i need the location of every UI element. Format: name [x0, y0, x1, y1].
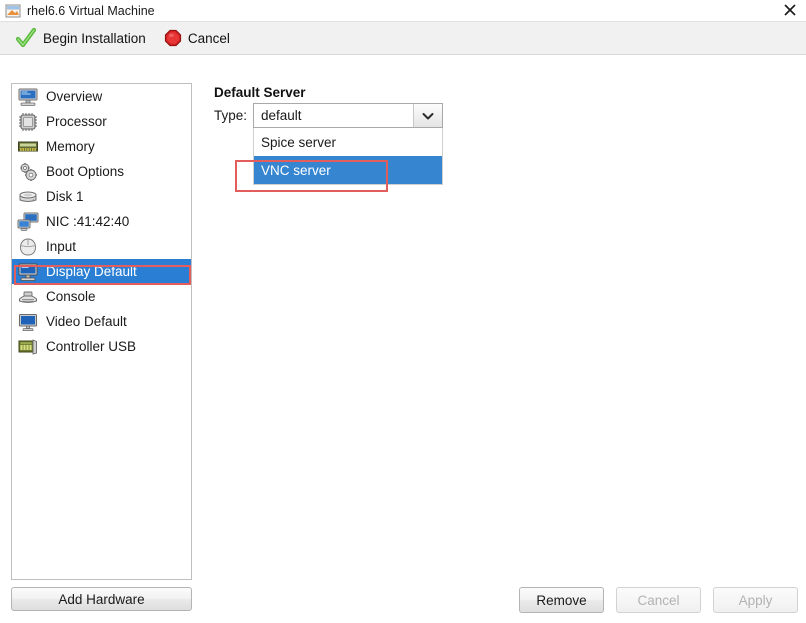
begin-installation-button[interactable]: Begin Installation	[8, 23, 153, 53]
cpu-chip-icon	[17, 111, 39, 133]
sidebar-item-label: Processor	[46, 114, 107, 129]
sidebar-item-label: Display Default	[46, 264, 137, 279]
usb-controller-icon	[17, 336, 39, 358]
sidebar-item-display-default[interactable]: Display Default	[12, 259, 191, 284]
sidebar-item-nic[interactable]: NIC :41:42:40	[12, 209, 191, 234]
sidebar-item-processor[interactable]: Processor	[12, 109, 191, 134]
type-label: Type:	[214, 108, 248, 123]
hard-disk-icon	[17, 186, 39, 208]
server-type-value: default	[254, 104, 413, 127]
cancel-button: Cancel	[616, 587, 701, 613]
vm-window-icon	[5, 3, 21, 19]
sidebar-item-label: Console	[46, 289, 96, 304]
close-icon[interactable]	[781, 1, 799, 19]
sidebar-item-label: Input	[46, 239, 77, 254]
main-toolbar: Begin Installation Cancel	[0, 21, 806, 55]
sidebar-item-label: Boot Options	[46, 164, 125, 179]
option-vnc-server[interactable]: VNC server	[254, 156, 442, 184]
sidebar-item-input[interactable]: Input	[12, 234, 191, 259]
begin-installation-label: Begin Installation	[43, 30, 146, 46]
sidebar-item-video-default[interactable]: Video Default	[12, 309, 191, 334]
gears-icon	[17, 161, 39, 183]
chevron-down-icon[interactable]	[413, 104, 442, 127]
sidebar-item-label: NIC :41:42:40	[46, 214, 130, 229]
window-title: rhel6.6 Virtual Machine	[27, 3, 155, 18]
remove-button[interactable]: Remove	[519, 587, 604, 613]
console-icon	[17, 286, 39, 308]
display-icon	[17, 261, 39, 283]
content-area: Overview Processor Memory Boot Options D…	[0, 57, 806, 623]
network-card-icon	[17, 211, 39, 233]
video-monitor-icon	[17, 311, 39, 333]
sidebar-item-label: Overview	[46, 89, 103, 104]
sidebar-item-label: Video Default	[46, 314, 127, 329]
sidebar-item-memory[interactable]: Memory	[12, 134, 191, 159]
sidebar-item-overview[interactable]: Overview	[12, 84, 191, 109]
mouse-icon	[17, 236, 39, 258]
monitor-icon	[17, 86, 39, 108]
cancel-installation-button[interactable]: Cancel	[157, 23, 237, 53]
cancel-installation-label: Cancel	[187, 30, 230, 46]
window-titlebar: rhel6.6 Virtual Machine	[0, 0, 806, 21]
sidebar-item-label: Disk 1	[46, 189, 84, 204]
add-hardware-button[interactable]: Add Hardware	[11, 587, 192, 611]
sidebar-item-disk-1[interactable]: Disk 1	[12, 184, 191, 209]
hardware-list[interactable]: Overview Processor Memory Boot Options D…	[11, 83, 192, 580]
sidebar-item-boot-options[interactable]: Boot Options	[12, 159, 191, 184]
sidebar-item-label: Controller USB	[46, 339, 137, 354]
option-spice-server[interactable]: Spice server	[254, 128, 442, 156]
red-stop-icon	[164, 29, 182, 47]
server-type-dropdown-list[interactable]: Spice server VNC server	[253, 128, 443, 185]
memory-stick-icon	[17, 136, 39, 158]
page-title: Default Server	[214, 85, 306, 100]
sidebar-item-console[interactable]: Console	[12, 284, 191, 309]
server-type-select[interactable]: default	[253, 103, 443, 128]
green-check-icon	[15, 27, 37, 49]
sidebar-item-label: Memory	[46, 139, 95, 154]
apply-button: Apply	[713, 587, 798, 613]
sidebar-item-controller-usb[interactable]: Controller USB	[12, 334, 191, 359]
